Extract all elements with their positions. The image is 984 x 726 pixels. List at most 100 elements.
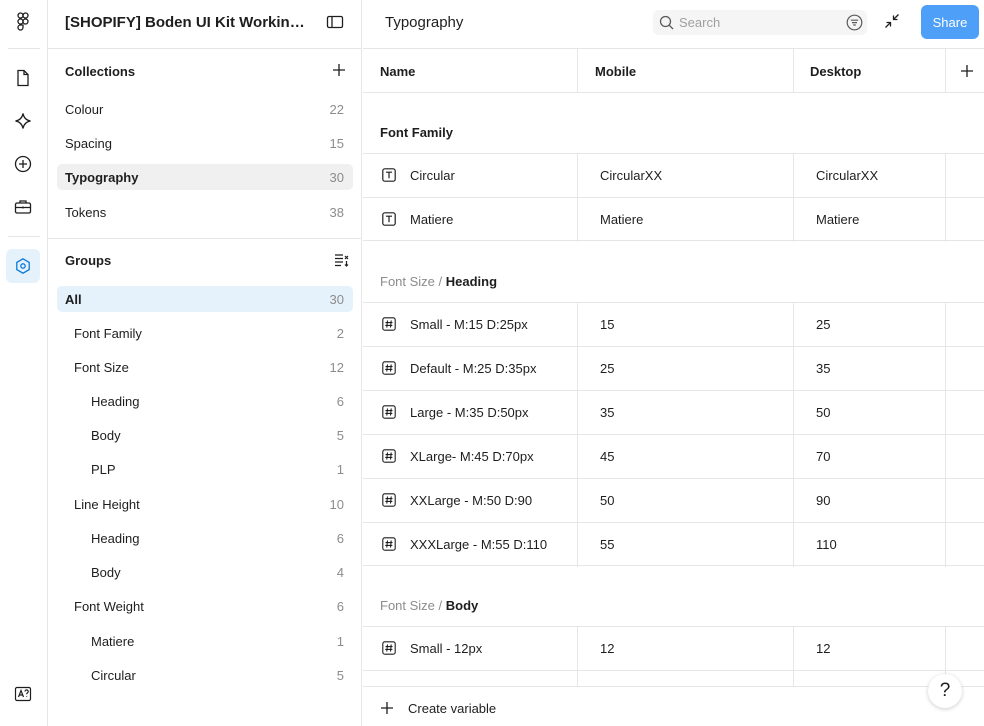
share-button[interactable]: Share <box>921 5 979 39</box>
create-variable-bar[interactable]: Create variable <box>363 686 984 726</box>
desktop-value[interactable]: 35 <box>816 361 830 376</box>
group-count: 4 <box>336 564 344 580</box>
table-row[interactable]: XXXLarge - M:55 D:110 55 110 <box>363 522 984 567</box>
column-divider <box>945 435 946 479</box>
group-label: Font Family <box>74 325 142 341</box>
number-variable-icon <box>382 405 396 419</box>
variable-name[interactable]: XLarge- M:45 D:70px <box>410 449 534 464</box>
variable-name[interactable]: Default - M:25 D:35px <box>410 361 536 376</box>
desktop-value[interactable]: 70 <box>816 449 830 464</box>
toolbox-icon[interactable] <box>6 190 40 224</box>
column-name[interactable]: Name <box>380 64 415 79</box>
add-mode-button[interactable] <box>960 64 974 78</box>
group-label: All <box>65 291 82 307</box>
search-input[interactable]: Search <box>653 10 867 35</box>
mobile-value[interactable]: CircularXX <box>600 168 662 183</box>
group-header-font-size-heading: Font Size / Heading <box>380 274 497 289</box>
collection-item-tokens[interactable]: Tokens 38 <box>57 199 353 225</box>
column-divider <box>945 303 946 347</box>
group-label: Body <box>91 564 121 580</box>
group-item-font-size-heading[interactable]: Heading 6 <box>57 388 353 414</box>
number-variable-icon <box>382 449 396 463</box>
group-count: 5 <box>336 667 344 683</box>
collection-item-typography[interactable]: Typography 30 <box>57 164 353 190</box>
group-item-line-height-body[interactable]: Body 4 <box>57 559 353 585</box>
desktop-value[interactable]: Matiere <box>816 212 859 227</box>
table-row[interactable]: Small - 12px 12 12 <box>363 626 984 671</box>
variable-name[interactable]: Matiere <box>410 212 453 227</box>
desktop-value[interactable]: CircularXX <box>816 168 878 183</box>
table-row[interactable]: Circular CircularXX CircularXX <box>363 153 984 198</box>
text-variable-icon <box>382 168 396 182</box>
mobile-value[interactable]: Matiere <box>600 212 643 227</box>
collections-header: Collections <box>65 64 136 79</box>
mobile-value[interactable]: 25 <box>600 361 614 376</box>
number-variable-icon <box>382 361 396 375</box>
column-divider <box>577 523 578 567</box>
sparkle-icon[interactable] <box>6 104 40 138</box>
column-divider <box>793 154 794 198</box>
table-row[interactable]: Large - M:35 D:50px 35 50 <box>363 390 984 435</box>
plus-circle-icon[interactable] <box>6 147 40 181</box>
desktop-value[interactable]: 90 <box>816 493 830 508</box>
table-row[interactable]: Small - M:15 D:25px 15 25 <box>363 302 984 347</box>
help-button[interactable]: ? <box>928 674 962 708</box>
variables-hex-icon[interactable] <box>6 249 40 283</box>
group-item-font-size[interactable]: Font Size 12 <box>57 354 353 380</box>
table-row[interactable]: XXLarge - M:50 D:90 50 90 <box>363 478 984 523</box>
group-count: 30 <box>329 291 344 307</box>
group-item-line-height[interactable]: Line Height 10 <box>57 491 353 517</box>
group-count: 6 <box>336 598 344 614</box>
mobile-value[interactable]: 35 <box>600 405 614 420</box>
desktop-value[interactable]: 50 <box>816 405 830 420</box>
group-label: Font Size <box>74 359 129 375</box>
column-divider <box>577 347 578 391</box>
variables-sidebar: [SHOPIFY] Boden UI Kit Working File Coll… <box>48 0 362 726</box>
mobile-value[interactable]: 55 <box>600 537 614 552</box>
collection-item-colour[interactable]: Colour 22 <box>57 96 353 122</box>
create-variable-button[interactable]: Create variable <box>408 701 496 716</box>
group-item-font-weight[interactable]: Font Weight 6 <box>57 593 353 619</box>
variable-name[interactable]: Large - M:35 D:50px <box>410 405 529 420</box>
file-icon[interactable] <box>6 61 40 95</box>
number-variable-icon <box>382 537 396 551</box>
group-item-line-height-heading[interactable]: Heading 6 <box>57 525 353 551</box>
mobile-value[interactable]: 45 <box>600 449 614 464</box>
variable-name[interactable]: XXLarge - M:50 D:90 <box>410 493 532 508</box>
text-style-icon[interactable] <box>6 677 40 711</box>
sort-groups-icon[interactable] <box>334 253 350 267</box>
variable-name[interactable]: Circular <box>410 168 455 183</box>
table-row[interactable]: Matiere Matiere Matiere <box>363 197 984 242</box>
column-divider <box>945 627 946 671</box>
desktop-value[interactable]: 25 <box>816 317 830 332</box>
group-item-font-weight-matiere[interactable]: Matiere 1 <box>57 628 353 654</box>
filter-icon[interactable] <box>846 14 863 31</box>
column-divider <box>945 154 946 198</box>
group-path-title: Heading <box>445 274 498 289</box>
figma-logo-icon[interactable] <box>6 5 40 39</box>
group-item-font-family[interactable]: Font Family 2 <box>57 320 353 346</box>
panel-toggle-icon[interactable] <box>326 14 344 30</box>
collection-item-spacing[interactable]: Spacing 15 <box>57 130 353 156</box>
mobile-value[interactable]: 15 <box>600 317 614 332</box>
mobile-value[interactable]: 50 <box>600 493 614 508</box>
desktop-value[interactable]: 110 <box>816 537 837 552</box>
desktop-value[interactable]: 12 <box>816 641 830 656</box>
table-row[interactable]: Default - M:25 D:35px 25 35 <box>363 346 984 391</box>
collapse-icon[interactable] <box>884 13 900 29</box>
group-item-all[interactable]: All 30 <box>57 286 353 312</box>
plus-icon <box>380 701 394 715</box>
variable-name[interactable]: Small - M:15 D:25px <box>410 317 528 332</box>
table-row[interactable]: XLarge- M:45 D:70px 45 70 <box>363 434 984 479</box>
group-item-font-size-plp[interactable]: PLP 1 <box>57 456 353 482</box>
group-item-font-weight-circular[interactable]: Circular 5 <box>57 662 353 688</box>
column-mobile[interactable]: Mobile <box>595 64 636 79</box>
add-collection-button[interactable] <box>332 63 346 77</box>
group-item-font-size-body[interactable]: Body 5 <box>57 422 353 448</box>
mobile-value[interactable]: 12 <box>600 641 614 656</box>
variable-name[interactable]: XXXLarge - M:55 D:110 <box>410 537 547 552</box>
variable-name[interactable]: Small - 12px <box>410 641 482 656</box>
group-count: 2 <box>336 325 344 341</box>
column-desktop[interactable]: Desktop <box>810 64 861 79</box>
group-label: Heading <box>91 393 140 409</box>
